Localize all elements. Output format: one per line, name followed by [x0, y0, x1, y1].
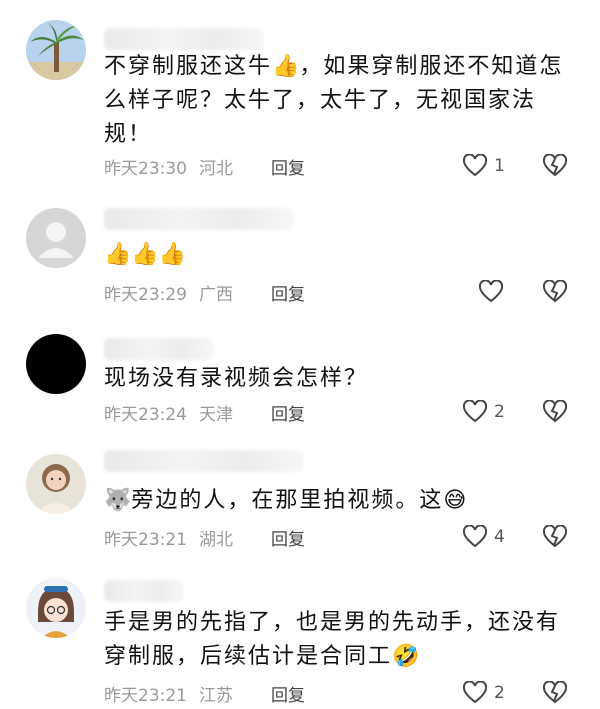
avatar[interactable] — [26, 20, 86, 80]
comment-time: 昨天23:21 — [104, 685, 187, 706]
broken-heart-icon — [542, 154, 568, 177]
palm-tree-avatar-icon — [26, 20, 86, 80]
reply-button[interactable]: 回复 — [271, 400, 305, 425]
comment-text: 🐺旁边的人，在那里拍视频。这😅 — [104, 488, 467, 513]
heart-outline-icon — [462, 681, 488, 704]
dislike-button[interactable] — [542, 681, 568, 705]
broken-heart-icon — [542, 525, 568, 548]
grin-sweat-icon: 😅 — [443, 488, 467, 513]
comment-text: 不穿制服还这牛👍，如果穿制服还不知道怎么样子呢？太牛了，太牛了，无视国家法规！ — [104, 54, 564, 147]
thumbs-up-icon: 👍 — [272, 54, 300, 79]
like-count: 2 — [494, 402, 505, 422]
default-gray-avatar-icon — [26, 208, 86, 268]
avatar[interactable] — [26, 454, 86, 514]
username-blurred[interactable] — [104, 338, 214, 360]
avatar[interactable] — [26, 208, 86, 268]
like-button[interactable]: 2 — [462, 400, 505, 424]
comment-text: 手是男的先指了，也是男的先动手，还没有穿制服，后续估计是合同工🤣 — [104, 610, 561, 669]
like-button[interactable]: 1 — [462, 154, 505, 178]
reply-button[interactable]: 回复 — [271, 280, 305, 305]
broken-heart-icon — [542, 280, 568, 303]
comment-time: 昨天23:29 — [104, 284, 187, 305]
heart-outline-icon — [462, 525, 488, 548]
broken-heart-icon — [542, 681, 568, 704]
cartoon-girl-avatar-icon — [26, 578, 86, 638]
comment-location: 天津 — [199, 404, 233, 425]
comment-location: 广西 — [199, 284, 233, 305]
wolf-icon: 🐺 — [104, 488, 132, 513]
like-count: 4 — [494, 527, 505, 547]
like-count: 2 — [494, 683, 505, 703]
comment-location: 河北 — [199, 158, 233, 179]
thumbs-up-icon: 👍👍👍 — [104, 242, 187, 267]
girl-photo-avatar-icon — [26, 454, 86, 514]
avatar[interactable] — [26, 334, 86, 394]
dislike-button[interactable] — [542, 525, 568, 549]
like-button[interactable]: 4 — [462, 525, 505, 549]
black-avatar-icon — [26, 334, 86, 394]
avatar[interactable] — [26, 578, 86, 638]
like-button[interactable]: 2 — [462, 681, 505, 705]
heart-outline-icon — [462, 154, 488, 177]
username-blurred[interactable] — [104, 580, 184, 602]
reply-button[interactable]: 回复 — [271, 154, 305, 179]
comment-time: 昨天23:30 — [104, 158, 187, 179]
username-blurred[interactable] — [104, 450, 304, 472]
heart-outline-icon — [462, 400, 488, 423]
username-blurred[interactable] — [104, 28, 264, 50]
dislike-button[interactable] — [542, 280, 568, 304]
reply-button[interactable]: 回复 — [271, 525, 305, 550]
comment-text: 👍👍👍 — [104, 238, 574, 272]
comment-text: 现场没有录视频会怎样？ — [104, 366, 369, 391]
comment-location: 湖北 — [199, 529, 233, 550]
like-button[interactable] — [478, 280, 504, 304]
comment-location: 江苏 — [199, 685, 233, 706]
reply-button[interactable]: 回复 — [271, 681, 305, 706]
dislike-button[interactable] — [542, 400, 568, 424]
username-blurred[interactable] — [104, 208, 294, 230]
broken-heart-icon — [542, 400, 568, 423]
comment-time: 昨天23:21 — [104, 529, 187, 550]
rofl-icon: 🤣 — [392, 644, 420, 669]
heart-outline-icon — [478, 280, 504, 303]
comment-time: 昨天23:24 — [104, 404, 187, 425]
dislike-button[interactable] — [542, 154, 568, 178]
like-count: 1 — [494, 156, 505, 176]
